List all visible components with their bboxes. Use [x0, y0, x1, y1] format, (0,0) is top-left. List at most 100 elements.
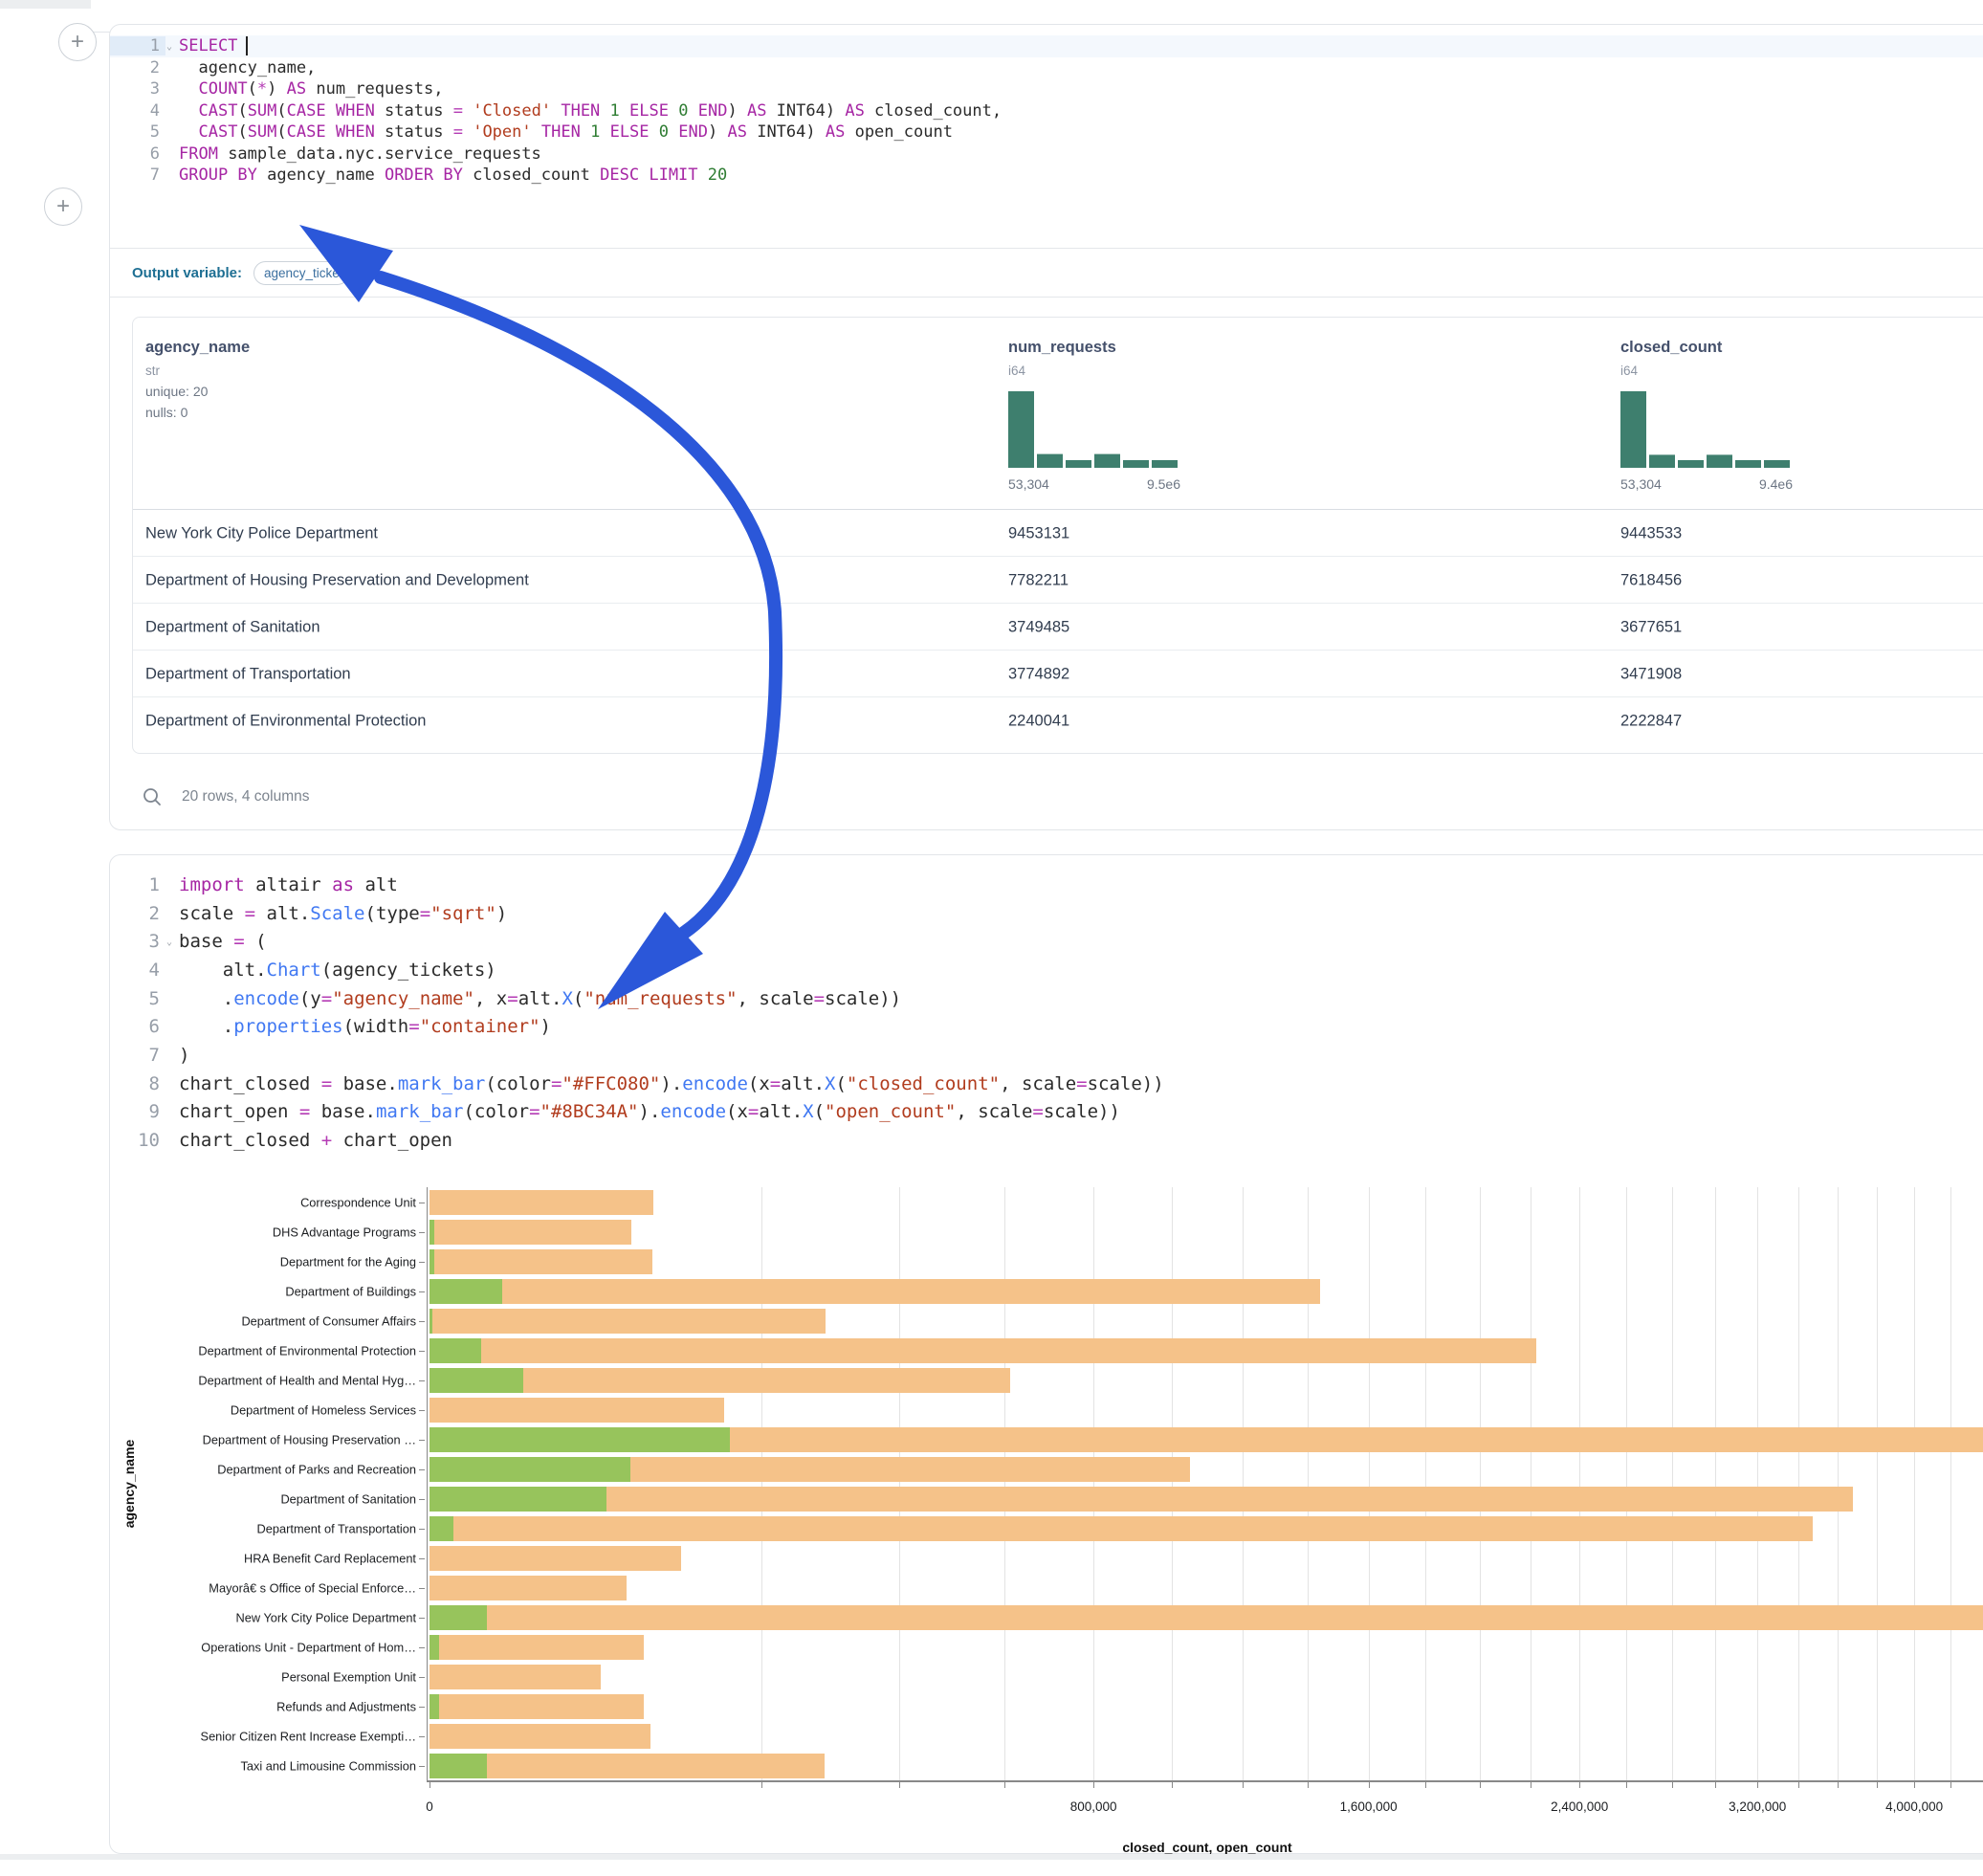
sql-code-editor[interactable]: 1⌄SELECT2 agency_name,3 COUNT(*) AS num_…	[110, 25, 1983, 187]
gridline	[1579, 1187, 1580, 1780]
table-cell: New York City Police Department	[145, 524, 378, 542]
output-variable-bar: Output variable: agency_tickets	[110, 248, 1983, 298]
bar-open	[430, 1754, 487, 1778]
column-header-agency_name[interactable]: agency_namestrunique: 20nulls: 0	[145, 339, 250, 420]
y-axis-tick	[419, 1618, 425, 1619]
search-icon[interactable]	[142, 786, 163, 807]
line-number: 5	[110, 122, 165, 142]
bar-open	[430, 1694, 439, 1719]
line-number: 7	[110, 166, 165, 185]
code-line[interactable]: 7GROUP BY agency_name ORDER BY closed_co…	[110, 165, 1983, 187]
add-cell-button-middle[interactable]: +	[44, 188, 82, 226]
table-cell: 7782211	[1008, 571, 1069, 589]
code-line[interactable]: 6FROM sample_data.nyc.service_requests	[110, 143, 1983, 166]
bar-closed	[430, 1605, 1983, 1630]
x-axis-tick	[1877, 1782, 1878, 1788]
code-text: .properties(width="container")	[165, 1016, 551, 1037]
add-cell-button-top[interactable]: +	[58, 23, 97, 61]
code-line[interactable]: 5 CAST(SUM(CASE WHEN status = 'Open' THE…	[110, 121, 1983, 143]
hist-max-label: 9.5e6	[1147, 476, 1180, 492]
bar-closed	[430, 1398, 724, 1423]
line-number: 6	[110, 1016, 165, 1037]
hist-max-label: 9.4e6	[1759, 476, 1793, 492]
y-axis-line	[427, 1187, 428, 1780]
bar-closed	[430, 1665, 601, 1689]
y-axis-tick	[419, 1291, 425, 1292]
bar-closed	[430, 1754, 825, 1778]
column-header-closed_count[interactable]: closed_counti6453,3049.4e6	[1620, 339, 1793, 494]
x-axis-tick	[1579, 1782, 1580, 1788]
gridline	[1172, 1187, 1173, 1780]
gridline	[1093, 1187, 1094, 1780]
x-axis-tick-label: 4,000,000	[1885, 1799, 1943, 1814]
line-number: 10	[110, 1130, 165, 1151]
y-axis-tick	[419, 1766, 425, 1767]
table-row: Department of Environmental Protection22…	[133, 696, 1983, 744]
table-cell: 9443533	[1620, 524, 1682, 542]
x-axis-tick	[1093, 1782, 1094, 1788]
code-text: SELECT	[165, 36, 248, 55]
code-line[interactable]: 2scale = alt.Scale(type="sqrt")	[110, 899, 1983, 928]
bar-open	[430, 1487, 606, 1512]
y-axis-tick	[419, 1410, 425, 1411]
table-cell: Department of Environmental Protection	[145, 712, 426, 730]
hist-min-label: 53,304	[1008, 476, 1049, 492]
bar-closed	[430, 1635, 644, 1660]
y-axis-label: Department of Parks and Recreation	[217, 1462, 416, 1476]
code-line[interactable]: 6 .properties(width="container")	[110, 1012, 1983, 1041]
code-line[interactable]: 8chart_closed = base.mark_bar(color="#FF…	[110, 1070, 1983, 1098]
code-line[interactable]: 3⌄base = (	[110, 927, 1983, 956]
gridline	[1369, 1187, 1370, 1780]
text-cursor	[246, 36, 248, 55]
gridline	[899, 1187, 900, 1780]
x-axis-tick	[899, 1782, 900, 1788]
y-axis-tick	[419, 1499, 425, 1500]
bar-closed	[430, 1487, 1853, 1512]
python-code-editor[interactable]: 1import altair as alt2scale = alt.Scale(…	[110, 855, 1983, 1155]
column-name: closed_count	[1620, 339, 1793, 357]
x-axis-tick	[1914, 1782, 1915, 1788]
table-cell: 3677651	[1620, 618, 1682, 636]
code-line[interactable]: 7)	[110, 1041, 1983, 1070]
table-row: Department of Transportation377489234719…	[133, 650, 1983, 697]
code-line[interactable]: 3 COUNT(*) AS num_requests,	[110, 78, 1983, 100]
dataframe-preview: agency_namestrunique: 20nulls: 0num_requ…	[132, 317, 1983, 754]
line-number: 4	[110, 960, 165, 981]
line-number: 6	[110, 144, 165, 164]
x-axis-tick	[1369, 1782, 1370, 1788]
code-line[interactable]: 9chart_open = base.mark_bar(color="#8BC3…	[110, 1098, 1983, 1127]
column-header-num_requests[interactable]: num_requestsi6453,3049.5e6	[1008, 339, 1180, 494]
output-variable-pill[interactable]: agency_tickets	[253, 261, 349, 285]
code-line[interactable]: 1⌄SELECT	[110, 35, 1983, 57]
gridline	[761, 1187, 762, 1780]
code-line[interactable]: 4 CAST(SUM(CASE WHEN status = 'Closed' T…	[110, 100, 1983, 122]
gridline	[1757, 1187, 1758, 1780]
y-axis-label: Personal Exemption Unit	[281, 1669, 416, 1684]
y-axis-label: Department of Health and Mental Hyg…	[198, 1373, 416, 1387]
table-cell: 9453131	[1008, 524, 1069, 542]
code-text: agency_name,	[165, 58, 316, 77]
bar-closed	[430, 1220, 631, 1245]
code-line[interactable]: 2 agency_name,	[110, 57, 1983, 79]
code-line[interactable]: 5 .encode(y="agency_name", x=alt.X("num_…	[110, 984, 1983, 1013]
gridline	[1308, 1187, 1309, 1780]
chevron-down-icon[interactable]: ⌄	[166, 938, 172, 948]
y-axis-label: Department of Transportation	[257, 1521, 416, 1535]
line-number: 1⌄	[110, 36, 165, 55]
y-axis-tick	[419, 1707, 425, 1708]
code-line[interactable]: 1import altair as alt	[110, 871, 1983, 899]
x-axis-tick	[1172, 1782, 1173, 1788]
y-axis-label: Correspondence Unit	[300, 1195, 416, 1209]
chevron-down-icon[interactable]: ⌄	[166, 42, 172, 53]
code-line[interactable]: 4 alt.Chart(agency_tickets)	[110, 956, 1983, 984]
y-axis-label: Department of Consumer Affairs	[241, 1313, 416, 1328]
x-axis-tick	[1672, 1782, 1673, 1788]
y-axis-label: Refunds and Adjustments	[276, 1699, 416, 1713]
line-number: 3	[110, 79, 165, 99]
y-axis-tick	[419, 1321, 425, 1322]
y-axis-tick	[419, 1558, 425, 1559]
gridline	[1715, 1187, 1716, 1780]
code-line[interactable]: 10chart_closed + chart_open	[110, 1126, 1983, 1155]
column-type: i64	[1620, 364, 1793, 378]
table-row: New York City Police Department 9453131 94…	[133, 509, 1983, 557]
